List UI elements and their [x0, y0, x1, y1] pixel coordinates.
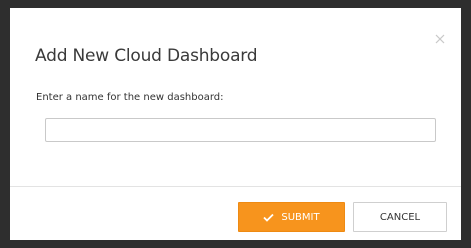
- cancel-button[interactable]: CANCEL: [353, 202, 447, 232]
- dashboard-name-label: Enter a name for the new dashboard:: [36, 92, 224, 103]
- check-icon: [263, 213, 275, 222]
- cancel-button-label: CANCEL: [379, 211, 421, 223]
- submit-button-label: SUBMIT: [281, 211, 320, 223]
- dashboard-name-input[interactable]: [45, 118, 436, 142]
- add-dashboard-dialog: Add New Cloud Dashboard Enter a name for…: [10, 8, 461, 240]
- dialog-title: Add New Cloud Dashboard: [35, 46, 258, 66]
- close-icon[interactable]: [433, 32, 447, 46]
- submit-button[interactable]: SUBMIT: [238, 202, 345, 232]
- footer-divider: [10, 186, 461, 187]
